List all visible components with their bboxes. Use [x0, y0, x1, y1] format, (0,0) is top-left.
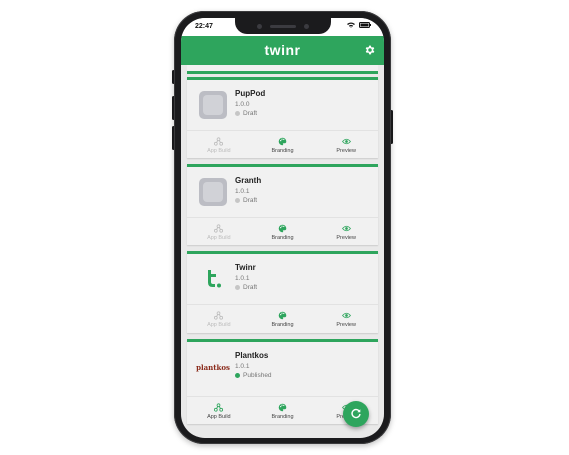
status-label: Published [243, 372, 272, 379]
preview-label: Preview [336, 147, 356, 154]
status-label: Draft [243, 110, 258, 117]
status-bar: 22:47 [181, 18, 384, 36]
branding-label: Branding [271, 234, 294, 241]
eye-icon [341, 312, 351, 318]
app-list[interactable]: PupPod 1.0.0 Draft App Build Branding Pr… [181, 65, 384, 438]
app-card-puppod[interactable]: PupPod 1.0.0 Draft App Build Branding Pr… [187, 77, 378, 158]
app-build-label: App Build [207, 147, 231, 154]
twinr-t-logo [199, 265, 227, 293]
status-time: 22:47 [195, 23, 213, 30]
refresh-fab-button[interactable] [343, 401, 369, 427]
battery-icon [359, 22, 371, 28]
branding-button[interactable]: Branding [251, 397, 315, 425]
app-build-label: App Build [207, 413, 231, 420]
status-label: Draft [243, 197, 258, 204]
app-build-label: App Build [207, 234, 231, 241]
branding-button[interactable]: Branding [251, 305, 315, 333]
phone-screen: 22:47 twinr PupPod 1.0.0 Draft App Build… [181, 18, 384, 438]
app-build-button[interactable]: App Build [187, 305, 251, 333]
front-camera [256, 23, 262, 29]
branding-label: Branding [271, 321, 294, 328]
app-name: PupPod [235, 89, 266, 98]
twinr-logo: twinr [181, 42, 384, 60]
app-build-button[interactable]: App Build [187, 131, 251, 159]
app-build-icon [214, 402, 224, 412]
app-status: Draft [235, 284, 257, 291]
app-header: twinr [181, 36, 384, 65]
status-dot-icon [235, 111, 240, 116]
branding-label: Branding [271, 413, 294, 420]
app-build-icon [214, 223, 224, 233]
app-version: 1.0.1 [235, 275, 250, 282]
previous-card-edge [187, 65, 378, 74]
plantkos-logo-text: plantkos [196, 362, 230, 372]
app-status: Draft [235, 110, 257, 117]
status-label: Draft [243, 284, 258, 291]
app-status: Draft [235, 197, 257, 204]
preview-button[interactable]: Preview [314, 218, 378, 246]
preview-label: Preview [336, 321, 356, 328]
app-version: 1.0.1 [235, 188, 250, 195]
app-status: Published [235, 372, 272, 379]
settings-gear-icon[interactable] [364, 44, 376, 56]
app-name: Twinr [235, 263, 256, 272]
app-build-icon [214, 310, 224, 320]
plantkos-logo: plantkos [195, 353, 231, 381]
app-actions: App Build Branding Preview [187, 304, 378, 333]
app-version: 1.0.0 [235, 101, 250, 108]
app-name: Granth [235, 176, 262, 185]
palette-icon [278, 137, 287, 145]
app-build-button[interactable]: App Build [187, 218, 251, 246]
wifi-icon [347, 22, 355, 28]
notch [234, 18, 331, 34]
preview-label: Preview [336, 234, 356, 241]
branding-button[interactable]: Branding [251, 131, 315, 159]
front-sensor [303, 23, 309, 29]
preview-button[interactable]: Preview [314, 305, 378, 333]
branding-button[interactable]: Branding [251, 218, 315, 246]
status-dot-icon [235, 373, 240, 378]
preview-button[interactable]: Preview [314, 131, 378, 159]
app-actions: App Build Branding Preview [187, 130, 378, 159]
status-dot-icon [235, 198, 240, 203]
app-build-button[interactable]: App Build [187, 397, 251, 425]
app-name: Plantkos [235, 351, 269, 360]
twinr-t-logo-icon [208, 270, 221, 288]
palette-icon [278, 403, 287, 411]
eye-icon [341, 138, 351, 144]
logo-text: twinr [264, 42, 301, 58]
branding-label: Branding [271, 147, 294, 154]
placeholder-app-icon [199, 91, 227, 119]
palette-icon [278, 311, 287, 319]
app-version: 1.0.1 [235, 363, 250, 370]
eye-icon [341, 225, 351, 231]
app-build-icon [214, 136, 224, 146]
palette-icon [278, 224, 287, 232]
app-build-label: App Build [207, 321, 231, 328]
status-icons [347, 22, 371, 28]
app-card-twinr[interactable]: Twinr 1.0.1 Draft App Build Branding Pre… [187, 251, 378, 333]
refresh-icon [351, 408, 361, 419]
earpiece-speaker [269, 24, 296, 28]
app-card-granth[interactable]: Granth 1.0.1 Draft App Build Branding Pr… [187, 164, 378, 245]
app-actions: App Build Branding Preview [187, 217, 378, 246]
placeholder-app-icon [199, 178, 227, 206]
status-dot-icon [235, 285, 240, 290]
